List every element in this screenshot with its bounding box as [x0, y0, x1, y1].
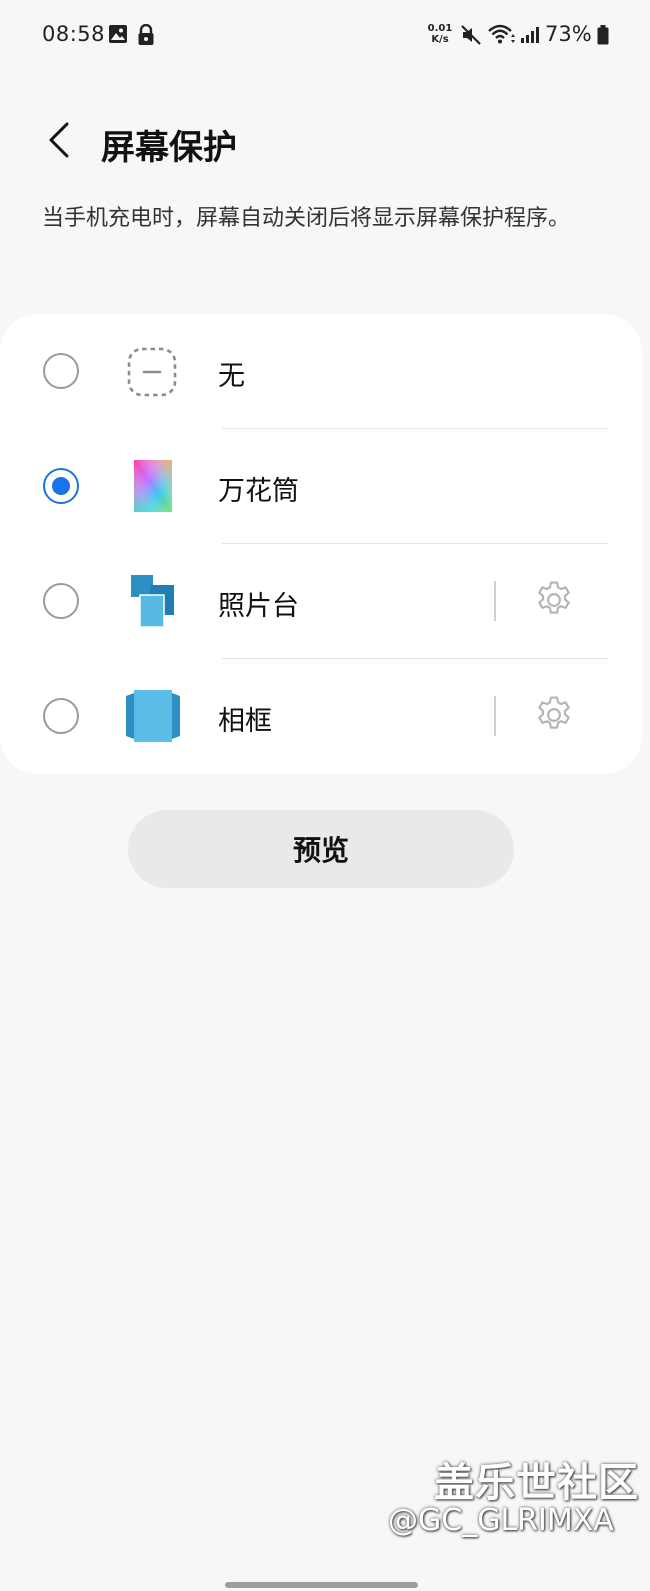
- battery-icon: [597, 25, 609, 49]
- radio-kaleidoscope[interactable]: [43, 468, 79, 504]
- watermark-title: 盖乐世社区: [434, 1460, 639, 1506]
- option-label: 照片台: [218, 591, 299, 622]
- net-speed-unit: K/s: [431, 34, 449, 45]
- none-icon: [124, 345, 182, 401]
- battery-percent: 73%: [545, 22, 592, 46]
- watermark-handle: @GC_GLRIMXA: [388, 1503, 614, 1538]
- photo-table-settings-button[interactable]: [530, 578, 578, 626]
- net-speed-value: 0.01: [427, 23, 453, 34]
- net-speed: 0.01 K/s: [427, 23, 453, 45]
- radio-none[interactable]: [43, 353, 79, 389]
- status-time: 08:58: [42, 22, 106, 46]
- gallery-icon: [108, 24, 128, 48]
- chevron-left-icon: [45, 121, 71, 163]
- photo-frame-settings-button[interactable]: [530, 693, 578, 741]
- page-title: 屏幕保护: [101, 128, 237, 168]
- option-label: 万花筒: [218, 476, 299, 507]
- kaleidoscope-icon: [124, 460, 182, 516]
- option-none[interactable]: 无: [0, 314, 642, 429]
- option-label: 相框: [218, 706, 272, 737]
- lock-icon: [137, 23, 155, 50]
- status-bar: 08:58 0.01 K/s 73%: [0, 0, 650, 72]
- screensaver-options-card: 无 万花筒 照片台 相框: [0, 314, 642, 774]
- signal-icon: [520, 26, 542, 48]
- vertical-separator: [494, 581, 496, 621]
- gear-icon: [532, 578, 576, 626]
- preview-button[interactable]: 预览: [128, 810, 514, 888]
- option-photo-table[interactable]: 照片台: [0, 544, 642, 659]
- radio-photo-frame[interactable]: [43, 698, 79, 734]
- photo-frame-icon: [124, 690, 182, 746]
- option-photo-frame[interactable]: 相框: [0, 659, 642, 774]
- option-kaleidoscope[interactable]: 万花筒: [0, 429, 642, 544]
- radio-photo-table[interactable]: [43, 583, 79, 619]
- description-text: 当手机充电时，屏幕自动关闭后将显示屏幕保护程序。: [42, 206, 571, 231]
- vertical-separator: [494, 696, 496, 736]
- photo-table-icon: [124, 575, 182, 631]
- option-label: 无: [218, 361, 245, 392]
- mute-icon: [460, 24, 482, 50]
- home-indicator[interactable]: [225, 1582, 418, 1588]
- wifi-icon: [488, 23, 516, 49]
- gear-icon: [532, 693, 576, 741]
- back-button[interactable]: [34, 118, 82, 166]
